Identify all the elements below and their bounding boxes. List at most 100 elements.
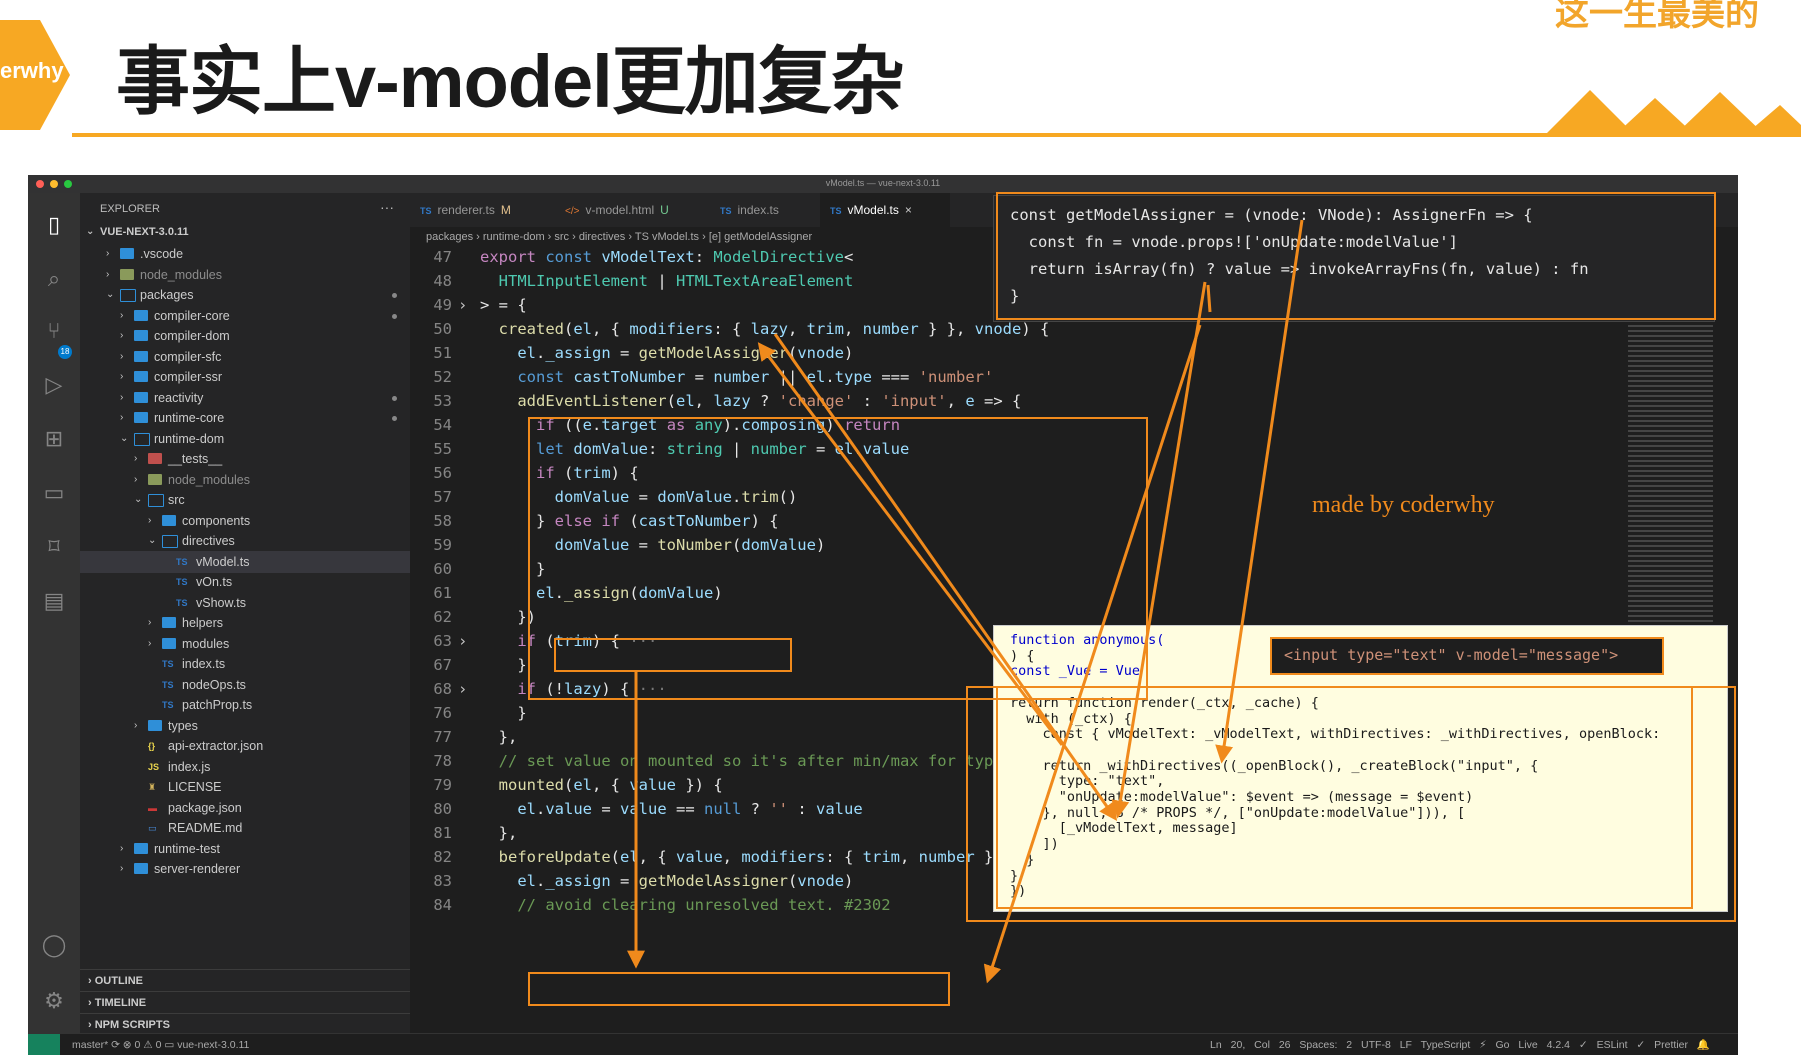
tree-item[interactable]: ⌄ runtime-dom (80, 428, 410, 450)
tab-renderer[interactable]: TS renderer.ts M (410, 193, 555, 227)
ts-file-icon: TS (176, 597, 188, 608)
chevron-right-icon: › (106, 248, 110, 259)
tab-index-ts[interactable]: TS index.ts (710, 193, 830, 227)
ts-file-icon: TS (162, 679, 174, 690)
search-icon[interactable]: ⌕ (40, 265, 68, 293)
tree-item[interactable]: › components (80, 510, 410, 532)
run-debug-icon[interactable]: ▷ (40, 371, 68, 399)
markdown-icon: ▭ (148, 823, 157, 833)
chevron-right-icon: › (134, 719, 138, 731)
tree-item[interactable]: › __tests__ (80, 448, 410, 470)
tree-item[interactable]: ♜ LICENSE (80, 776, 410, 798)
folder-icon (148, 719, 162, 731)
outline-section[interactable]: › OUTLINE (80, 969, 410, 992)
tree-item[interactable]: › node_modules (80, 264, 410, 286)
chevron-down-icon: ⌄ (148, 535, 157, 546)
slide-title: 事实上v-model更加复杂 (116, 40, 905, 123)
tree-item[interactable]: › compiler-core (80, 305, 410, 327)
tree-item[interactable]: › compiler-dom (80, 325, 410, 347)
folder-icon (120, 248, 134, 259)
tree-item[interactable]: › .vscode (80, 243, 410, 265)
folder-icon (162, 514, 176, 526)
source-control-icon[interactable]: ⑂ (40, 317, 68, 345)
modified-dot-icon (392, 293, 397, 298)
chevron-right-icon: › (148, 637, 152, 649)
tree-item[interactable]: JS index.js (80, 756, 410, 778)
tree-item[interactable]: › modules (80, 633, 410, 655)
bookmark-icon[interactable]: ⌑ (40, 533, 68, 561)
extensions-icon[interactable]: ⊞ (40, 425, 68, 453)
chevron-down-icon: ⌄ (120, 432, 129, 444)
code-line[interactable]: 51 el._assign = getModelAssigner(vnode) (410, 341, 1670, 365)
tree-item[interactable]: TS vModel.ts (80, 550, 410, 573)
chevron-right-icon: › (120, 412, 124, 423)
tree-item-label: .vscode (140, 247, 184, 261)
tree-item[interactable]: › compiler-ssr (80, 366, 410, 388)
remote-indicator[interactable] (28, 1034, 60, 1055)
tree-item[interactable]: › runtime-core (80, 407, 410, 429)
folder-icon (134, 432, 150, 446)
code-line[interactable]: 52 const castToNumber = number || el.typ… (410, 365, 1670, 389)
tab-v-model-html[interactable]: </> v-model.html U (555, 193, 710, 227)
files-icon[interactable]: ▯ (40, 211, 68, 239)
tree-item[interactable]: TS patchProp.ts (80, 694, 410, 716)
tree-item[interactable]: ▬ package.json (80, 797, 410, 819)
tree-item[interactable]: TS index.ts (80, 653, 410, 675)
corner-text: 这一生最美的 (1555, 0, 1759, 33)
explorer-more-icon[interactable]: ··· (380, 199, 394, 215)
tree-item[interactable]: › server-renderer (80, 858, 410, 880)
tree-item-label: types (168, 718, 198, 733)
status-right[interactable]: Ln 20, Col 26 Spaces: 2 UTF-8 LF TypeScr… (1210, 1034, 1710, 1055)
folder-icon (134, 350, 148, 362)
folder-icon (162, 535, 178, 548)
tree-item-label: nodeOps.ts (182, 677, 246, 692)
tree-item[interactable]: › reactivity (80, 387, 410, 409)
settings-gear-icon[interactable]: ⚙ (40, 987, 68, 1015)
chevron-right-icon: › (120, 350, 124, 362)
folder-icon[interactable]: ▤ (40, 587, 68, 615)
close-tab-icon[interactable]: × (905, 203, 912, 217)
folder-icon (134, 863, 148, 874)
tree-item[interactable]: › runtime-test (80, 838, 410, 860)
account-icon[interactable]: ◯ (40, 931, 68, 959)
tree-item[interactable]: › compiler-sfc (80, 346, 410, 368)
watermark: made by coderwhy (1312, 492, 1495, 518)
chevron-right-icon: › (134, 453, 138, 464)
mountain-decoration (1545, 90, 1801, 135)
breadcrumb[interactable]: packages › runtime-dom › src › directive… (426, 231, 812, 243)
template-text: <input type="text" v-model="message"> (1284, 646, 1619, 664)
chevron-down-icon: ⌄ (134, 494, 143, 505)
status-left[interactable]: master* ⟳ ⊗ 0 ⚠ 0 ▭ vue-next-3.0.11 (72, 1034, 249, 1055)
tree-item[interactable]: ▭ README.md (80, 817, 410, 839)
timeline-section[interactable]: › TIMELINE (80, 991, 410, 1014)
tree-item[interactable]: › types (80, 715, 410, 737)
tree-item[interactable]: TS vShow.ts (80, 592, 410, 614)
tree-item[interactable]: TS nodeOps.ts (80, 674, 410, 696)
tree-item-label: node_modules (168, 472, 251, 487)
tree-item[interactable]: ⌄ directives (80, 530, 410, 552)
chevron-right-icon: › (120, 391, 124, 403)
chevron-right-icon: › (148, 514, 152, 526)
tab-vmodel-ts[interactable]: TS vModel.ts × (820, 193, 950, 227)
tree-item-label: compiler-dom (154, 329, 230, 343)
tree-item[interactable]: › node_modules (80, 469, 410, 491)
tree-item[interactable]: › helpers (80, 612, 410, 634)
tree-item[interactable]: ⌄ packages (80, 284, 410, 306)
tree-item[interactable]: ⌄ src (80, 489, 410, 511)
tree-item-label: LICENSE (168, 780, 222, 794)
chevron-right-icon: › (120, 309, 124, 321)
code-line[interactable]: 53 addEventListener(el, lazy ? 'change' … (410, 389, 1670, 413)
tree-item-label: README.md (168, 821, 243, 835)
tree-item-label: patchProp.ts (182, 698, 253, 712)
tree-item-label: vShow.ts (196, 595, 247, 610)
explorer-root[interactable]: ⌄ VUE-NEXT-3.0.11 (80, 221, 410, 243)
tree-item[interactable]: {} api-extractor.json (80, 735, 410, 757)
remote-explorer-icon[interactable]: ▭ (40, 479, 68, 507)
explorer-title: EXPLORER (100, 203, 160, 215)
tree-item-label: runtime-core (154, 411, 225, 425)
tree-item[interactable]: TS vOn.ts (80, 571, 410, 593)
tree-item-label: __tests__ (168, 452, 223, 466)
folder-icon (134, 412, 148, 423)
tree-item-label: runtime-dom (154, 431, 225, 446)
tree-item-label: runtime-test (154, 841, 220, 856)
